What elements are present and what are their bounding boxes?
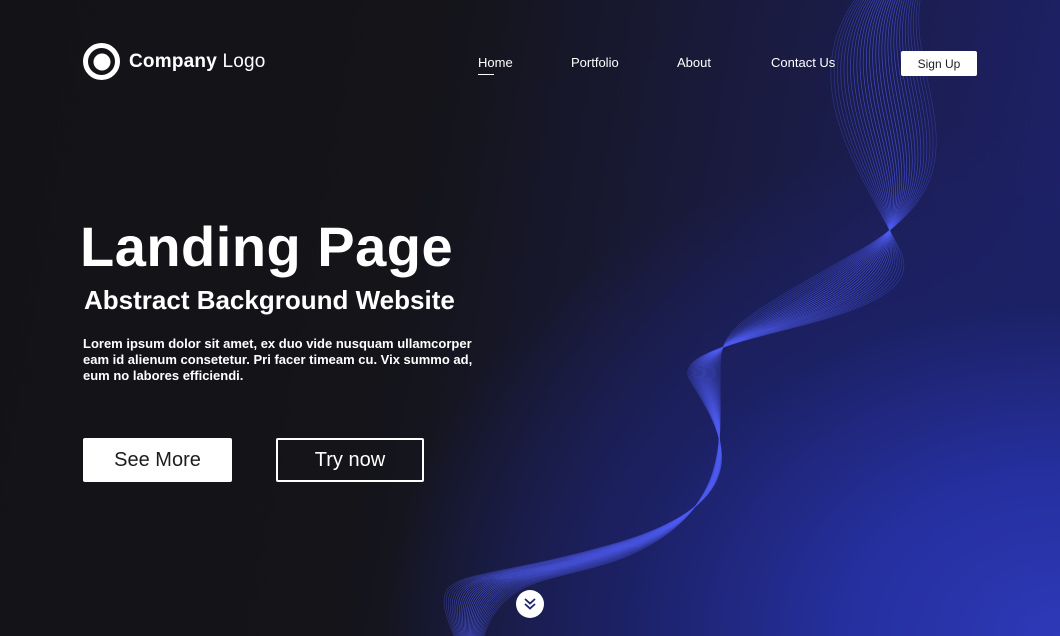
hero-body-text: Lorem ipsum dolor sit amet, ex duo vide …	[83, 336, 473, 383]
abstract-wave-lines	[443, 0, 937, 636]
wave-line	[477, 0, 919, 636]
wave-line	[479, 0, 925, 636]
hero-title: Landing Page	[80, 215, 454, 278]
hero-background	[0, 0, 1060, 636]
wave-line	[475, 0, 913, 636]
wave-line	[481, 0, 931, 636]
wave-line	[470, 0, 900, 636]
wave-line	[471, 0, 903, 636]
wave-line	[447, 0, 900, 636]
scroll-down-button[interactable]	[516, 590, 544, 618]
nav-item-about[interactable]: About	[677, 55, 711, 70]
try-now-button[interactable]: Try now	[276, 438, 424, 482]
wave-line	[474, 0, 910, 636]
wave-line	[467, 0, 896, 636]
wave-line	[449, 0, 898, 636]
nav-item-portfolio[interactable]: Portfolio	[571, 55, 619, 70]
double-chevron-down-icon	[524, 598, 536, 610]
wave-line	[478, 0, 922, 636]
wave-line	[483, 0, 937, 636]
sign-up-button[interactable]: Sign Up	[901, 51, 977, 76]
nav-item-home[interactable]: Home	[478, 55, 513, 75]
wave-line	[445, 0, 902, 636]
wave-line	[482, 0, 934, 636]
wave-line	[469, 0, 898, 636]
wave-line	[473, 0, 908, 636]
wave-line	[466, 0, 894, 636]
hero-subtitle: Abstract Background Website	[84, 285, 455, 315]
wave-line	[443, 0, 904, 636]
see-more-button[interactable]: See More	[83, 438, 232, 482]
nav-item-contact-us[interactable]: Contact Us	[771, 55, 835, 70]
